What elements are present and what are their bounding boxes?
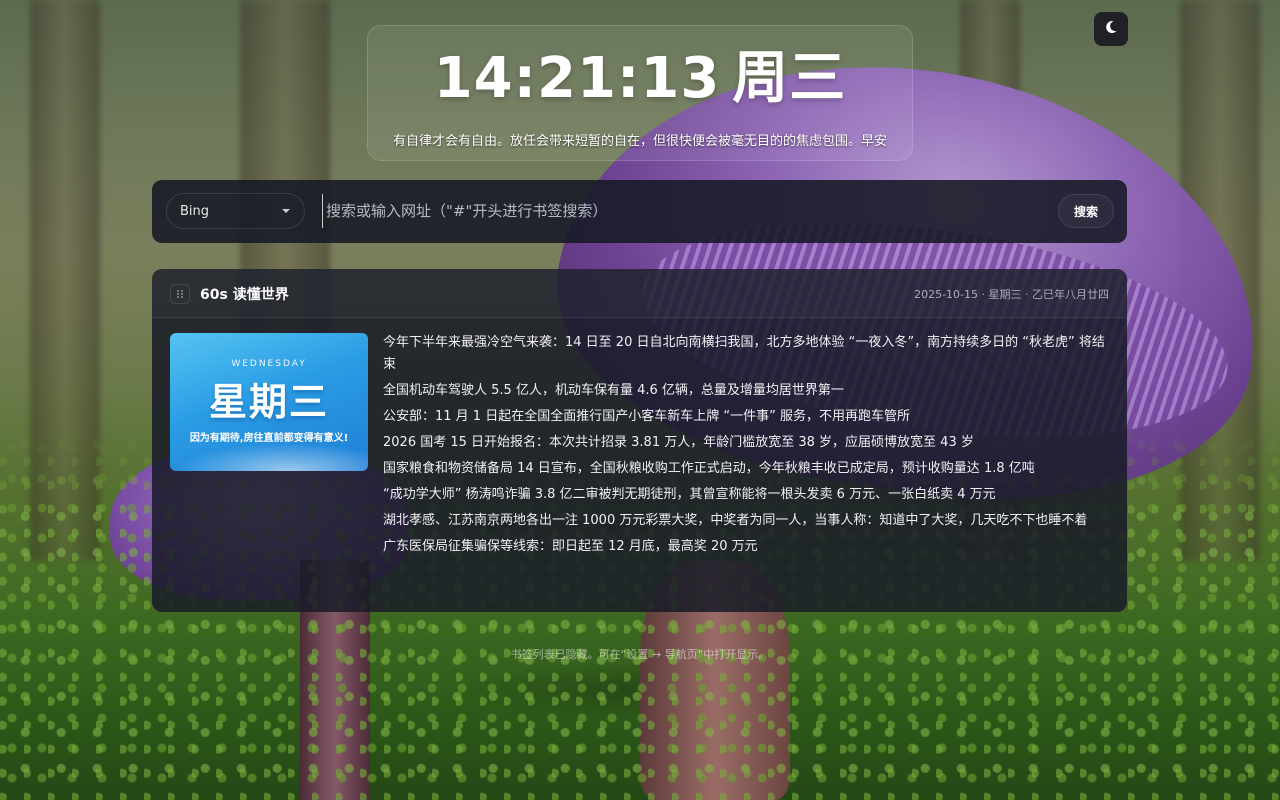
drag-handle-icon[interactable] [170,284,190,304]
clock-weekday: 周三 [732,46,847,111]
news-item: 全国机动车驾驶人 5.5 亿人，机动车保有量 4.6 亿辆，总量及增量均居世界第… [383,383,844,398]
theme-toggle-button[interactable] [1094,12,1128,46]
news-item: 广东医保局征集骗保等线索：即日起至 12 月底，最高奖 20 万元 [383,539,758,554]
bookmarks-hidden-hint: 书签列表已隐藏。可在“设置 → 导航页”中打开显示。 [510,648,770,661]
search-input[interactable] [322,194,1042,228]
banner-weekday-en: WEDNESDAY [231,359,307,369]
news-list: 今年下半年来最强冷空气来袭：14 日至 20 日自北向南横扫我国，北方多地体验 … [383,332,1113,562]
banner-slogan: 因为有期待,房往直前都变得有意义! [189,433,349,444]
news-card-date: 2025-10-15 · 星期三 · 乙巳年八月廿四 [914,288,1109,301]
clock-display: 14:21:13 周三 [368,44,912,114]
news-item: 今年下半年来最强冷空气来袭：14 日至 20 日自北向南横扫我国，北方多地体验 … [383,335,1105,372]
clock-time: 14:21:13 [433,46,721,111]
news-item: 2026 国考 15 日开始报名：本次共计招录 3.81 万人，年龄门槛放宽至 … [383,435,974,450]
news-card-title: 60s 读懂世界 [200,287,289,303]
news-card-header: 60s 读懂世界 2025-10-15 · 星期三 · 乙巳年八月廿四 [152,269,1127,318]
news-item: 国家粮食和物资储备局 14 日宣布，全国秋粮收购工作正式启动，今年秋粮丰收已成定… [383,461,1035,476]
news-item: 湖北孝感、江苏南京两地各出一注 1000 万元彩票大奖，中奖者为同一人，当事人称… [383,513,1088,528]
news-card: 60s 读懂世界 2025-10-15 · 星期三 · 乙巳年八月廿四 WEDN… [152,269,1127,612]
weekday-banner-image: WEDNESDAY 星期三 因为有期待,房往直前都变得有意义! [170,333,368,471]
banner-weekday-cn: 星期三 [208,380,329,424]
search-engine-label: Bing [180,203,210,219]
moon-icon [1103,19,1119,39]
daily-quote: 有自律才会有自由。放任会带来短暂的自在，但很快便会被毫无目的的焦虑包围。早安 [392,134,887,149]
caret-down-icon [282,209,290,213]
search-engine-select[interactable]: Bing [166,193,305,229]
search-button[interactable]: 搜索 [1058,194,1114,228]
news-item: 公安部：11 月 1 日起在全国全面推行国产小客车新车上牌 “一件事” 服务，不… [383,409,910,424]
search-bar: Bing 搜索 [152,180,1127,243]
news-item: “成功学大师” 杨涛鸣诈骗 3.8 亿二审被判无期徒刑，其曾宣称能将一根头发卖 … [383,487,996,502]
